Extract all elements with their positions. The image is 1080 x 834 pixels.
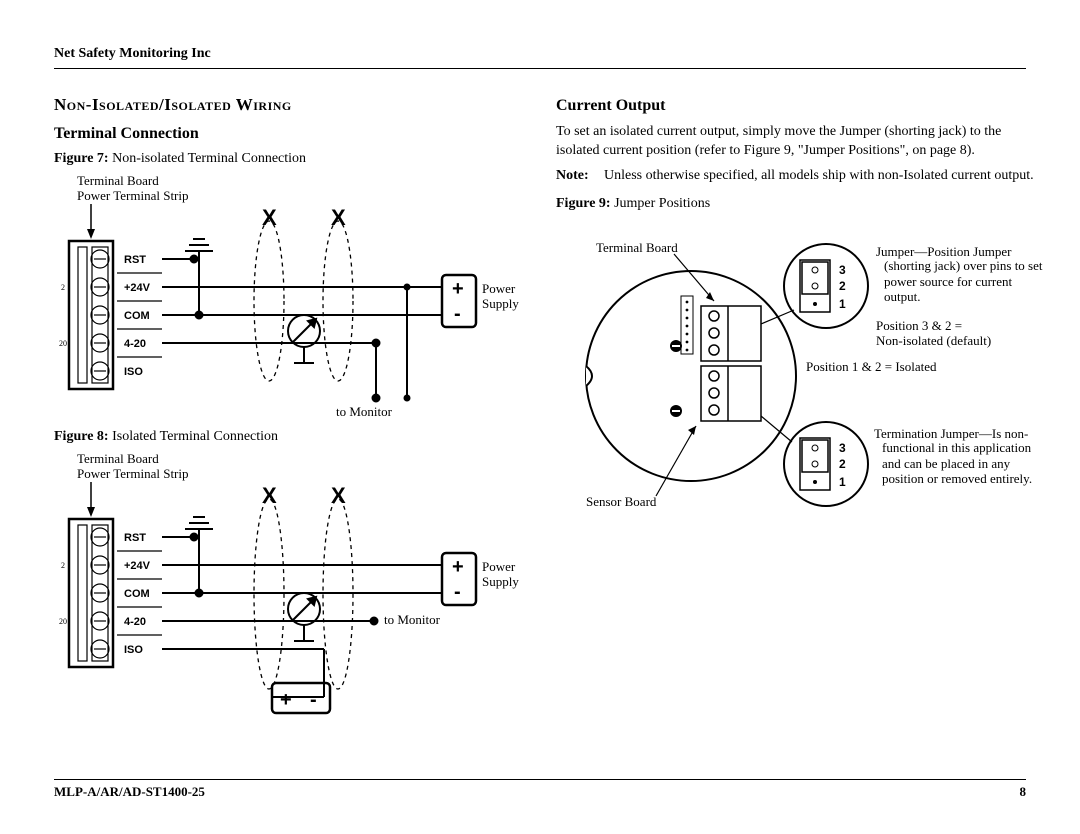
fig8-to-monitor: to Monitor [384, 612, 441, 627]
fig7-caption-label: Figure 7: [54, 151, 109, 166]
fig7-shield-x-1: X [262, 205, 277, 230]
section-title-wiring: Non-Isolated/Isolated Wiring [54, 95, 524, 115]
fig8-caption-text: Isolated Terminal Connection [112, 429, 278, 444]
fig9-sensor-board-label: Sensor Board [586, 494, 657, 509]
fig8-caption: Figure 8: Isolated Terminal Connection [54, 429, 524, 445]
fig7-caption: Figure 7: Non-isolated Terminal Connecti… [54, 151, 524, 167]
footer-page-number: 8 [1020, 784, 1027, 800]
fig9-caption-text: Jumper Positions [614, 196, 710, 211]
fig7-terminal-board-label: Terminal Board [77, 173, 159, 188]
right-column: Current Output To set an isolated curren… [556, 87, 1042, 739]
page: Net Safety Monitoring Inc Non-Isolated/I… [0, 0, 1080, 834]
page-footer: MLP-A/AR/AD-ST1400-25 8 [54, 779, 1026, 800]
current-output-paragraph: To set an isolated current output, simpl… [556, 123, 1042, 161]
fig9-caption: Figure 9: Jumper Positions [556, 196, 1042, 212]
fig8-minus1: - [454, 581, 461, 603]
sub-title-current-output: Current Output [556, 97, 1042, 115]
fig9-tj-body: functional in this application and can b… [882, 440, 1046, 487]
fig7-plus: + [452, 278, 464, 300]
fig8-pin-24v: +24V [124, 560, 151, 572]
fig8-caption-label: Figure 8: [54, 429, 109, 444]
fig7-diagram: Terminal Board Power Terminal Strip [54, 171, 524, 421]
fig9-tj-title: Termination Jumper—Is non- [874, 426, 1028, 441]
fig7-num-2: 2 [61, 283, 65, 292]
fig9-pos32-a: Position 3 & 2 = [876, 318, 962, 333]
fig8-shield-x-1: X [262, 483, 277, 508]
fig7-shield-x-2: X [331, 205, 346, 230]
fig8-pin-420: 4-20 [124, 616, 146, 628]
fig7-power-label: Power [482, 281, 516, 296]
fig9-bot-n1: 1 [839, 475, 846, 489]
fig8-plus1: + [452, 556, 464, 578]
fig8-power-label: Power [482, 559, 516, 574]
fig7-num-20: 20 [59, 339, 67, 348]
fig8-pin-com: COM [124, 588, 150, 600]
fig9-top-n1: 1 [839, 297, 846, 311]
two-column-layout: Non-Isolated/Isolated Wiring Terminal Co… [54, 87, 1026, 739]
fig7-pin-com: COM [124, 310, 150, 322]
fig9-terminal-board-label: Terminal Board [596, 240, 678, 255]
fig9-pos32-b: Non-isolated (default) [876, 333, 991, 348]
note-label: Note: [556, 167, 604, 186]
fig9-diagram: Terminal Board Sensor Board [556, 216, 1046, 526]
fig8-shield-x-2: X [331, 483, 346, 508]
fig9-bot-n2: 2 [839, 457, 846, 471]
fig8-pin-iso: ISO [124, 644, 143, 656]
header-rule [54, 68, 1026, 69]
fig9-pos12: Position 1 & 2 = Isolated [806, 359, 937, 374]
sub-title-terminal-connection: Terminal Connection [54, 125, 524, 143]
fig8-pin-rst: RST [124, 532, 146, 544]
fig7-to-monitor: to Monitor [336, 404, 393, 419]
footer-rule [54, 779, 1026, 780]
footer-doc-id: MLP-A/AR/AD-ST1400-25 [54, 784, 205, 800]
note-row: Note: Unless otherwise specified, all mo… [556, 167, 1042, 186]
fig9-jp-body: (shorting jack) over pins to set power s… [884, 258, 1046, 305]
fig8-num-20: 20 [59, 617, 67, 626]
fig9-top-n3: 3 [839, 263, 846, 277]
left-column: Non-Isolated/Isolated Wiring Terminal Co… [54, 87, 524, 739]
fig7-power-terminal-strip-label: Power Terminal Strip [77, 188, 189, 203]
fig8-diagram: Terminal Board Power Terminal Strip [54, 449, 524, 739]
fig8-supply-label: Supply [482, 574, 519, 589]
fig7-supply-label: Supply [482, 296, 519, 311]
fig8-minus2: - [310, 689, 317, 711]
fig9-bot-n3: 3 [839, 441, 846, 455]
fig9-jp-title: Jumper—Position Jumper [876, 244, 1012, 259]
fig8-num-2: 2 [61, 561, 65, 570]
running-head: Net Safety Monitoring Inc [54, 46, 1026, 62]
fig7-pin-rst: RST [124, 254, 146, 266]
fig8-power-terminal-strip-label: Power Terminal Strip [77, 466, 189, 481]
fig9-caption-label: Figure 9: [556, 196, 611, 211]
fig7-minus: - [454, 303, 461, 325]
note-text: Unless otherwise specified, all models s… [604, 167, 1034, 186]
fig7-caption-text: Non-isolated Terminal Connection [112, 151, 306, 166]
fig7-pin-24v: +24V [124, 282, 151, 294]
fig8-terminal-board-label: Terminal Board [77, 451, 159, 466]
fig8-plus2: + [280, 689, 292, 711]
fig7-pin-iso: ISO [124, 366, 143, 378]
fig9-top-n2: 2 [839, 279, 846, 293]
fig7-pin-420: 4-20 [124, 338, 146, 350]
